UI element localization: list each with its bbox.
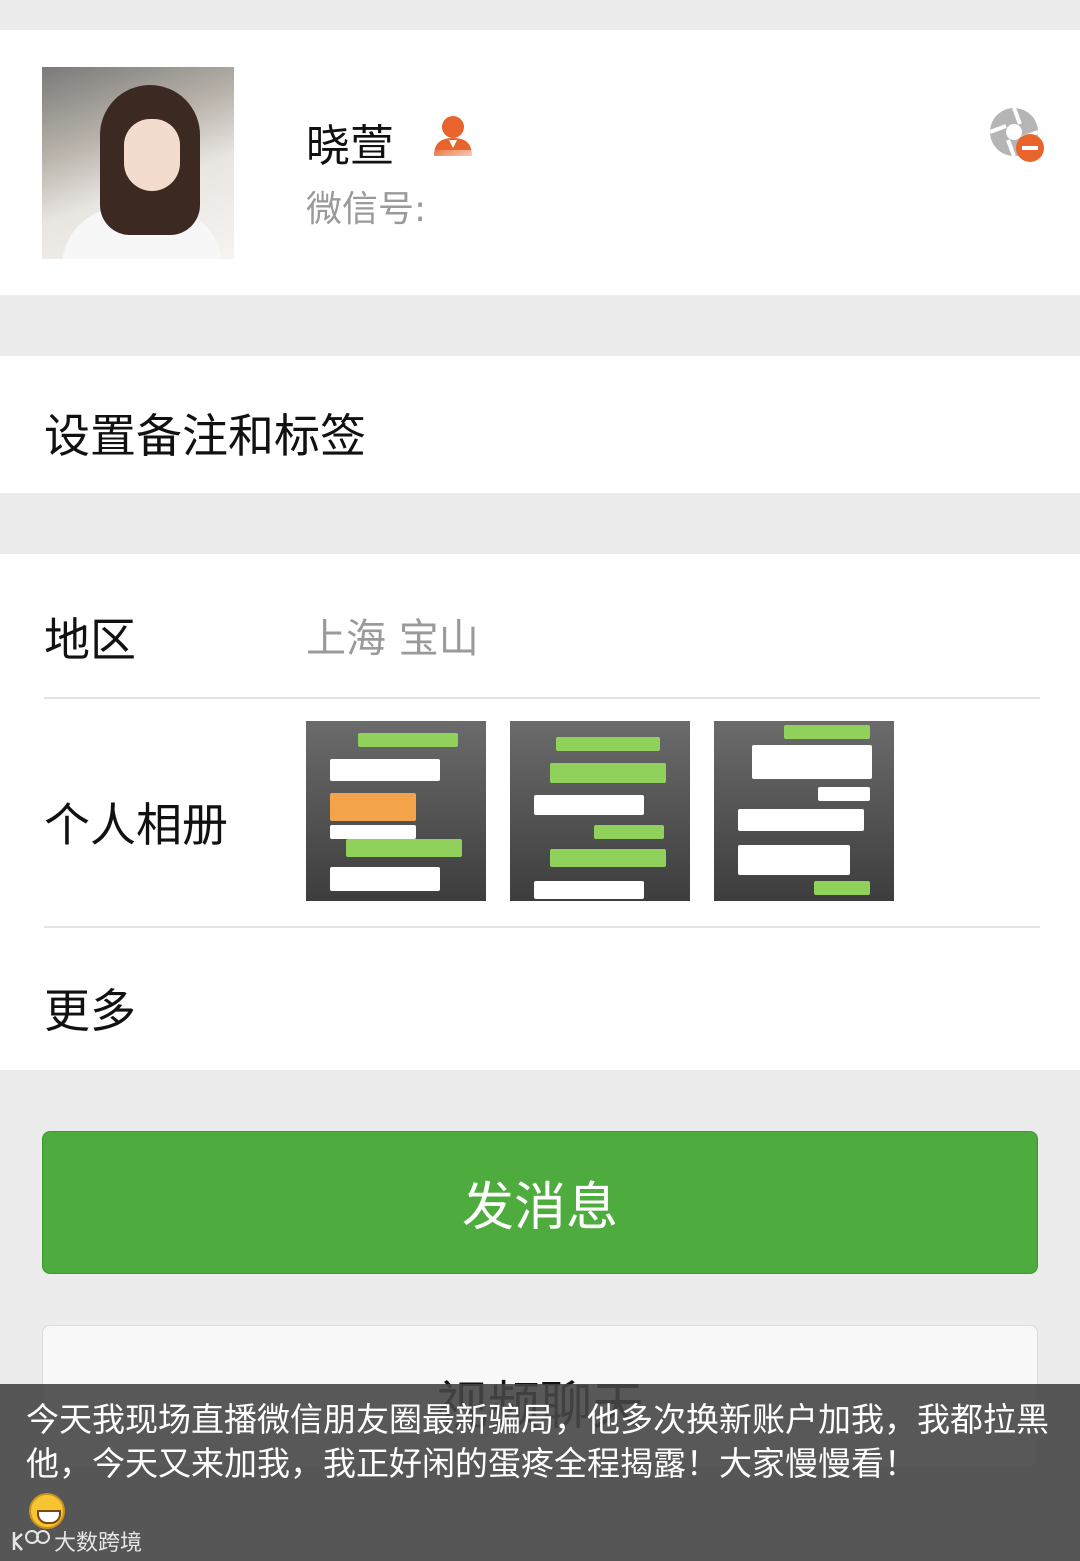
album-thumbnail-2[interactable]: [510, 721, 690, 901]
send-message-label: 发消息: [461, 1178, 618, 1238]
caption-text: 今天我现场直播微信朋友圈最新骗局，他多次换新账户加我，我都拉黑他，今天又来加我，…: [26, 1400, 1049, 1483]
contact-name: 晓萱: [306, 121, 394, 172]
divider: [44, 926, 1040, 928]
caption-overlay: 今天我现场直播微信朋友圈最新骗局，他多次换新账户加我，我都拉黑他，今天又来加我，…: [0, 1384, 1080, 1561]
set-remark-label: 设置备注和标签: [44, 409, 366, 463]
grinning-face-icon: [29, 1493, 65, 1529]
avatar[interactable]: [42, 67, 234, 259]
divider: [44, 697, 1040, 699]
region-value: 上海 宝山: [306, 616, 479, 662]
watermark-logo-icon: [12, 1530, 50, 1551]
set-remark-row[interactable]: 设置备注和标签: [0, 356, 1080, 493]
album-thumbnail-3[interactable]: [714, 721, 894, 901]
info-section: 地区 上海 宝山 个人相册 更多: [0, 554, 1080, 1070]
redaction-blur: [425, 150, 605, 270]
wechat-id: 微信号:: [306, 189, 427, 230]
more-label[interactable]: 更多: [44, 975, 136, 1041]
profile-card: 晓萱 微信号:: [0, 30, 1080, 295]
send-message-button[interactable]: 发消息: [42, 1131, 1038, 1274]
album-thumbnail-1[interactable]: [306, 721, 486, 901]
watermark-text: 大数跨境: [54, 1531, 143, 1556]
watermark: 大数跨境: [10, 1526, 142, 1556]
shutter-remove-icon[interactable]: [986, 104, 1052, 170]
region-label: 地区: [44, 613, 136, 667]
album-label: 个人相册: [44, 798, 228, 852]
